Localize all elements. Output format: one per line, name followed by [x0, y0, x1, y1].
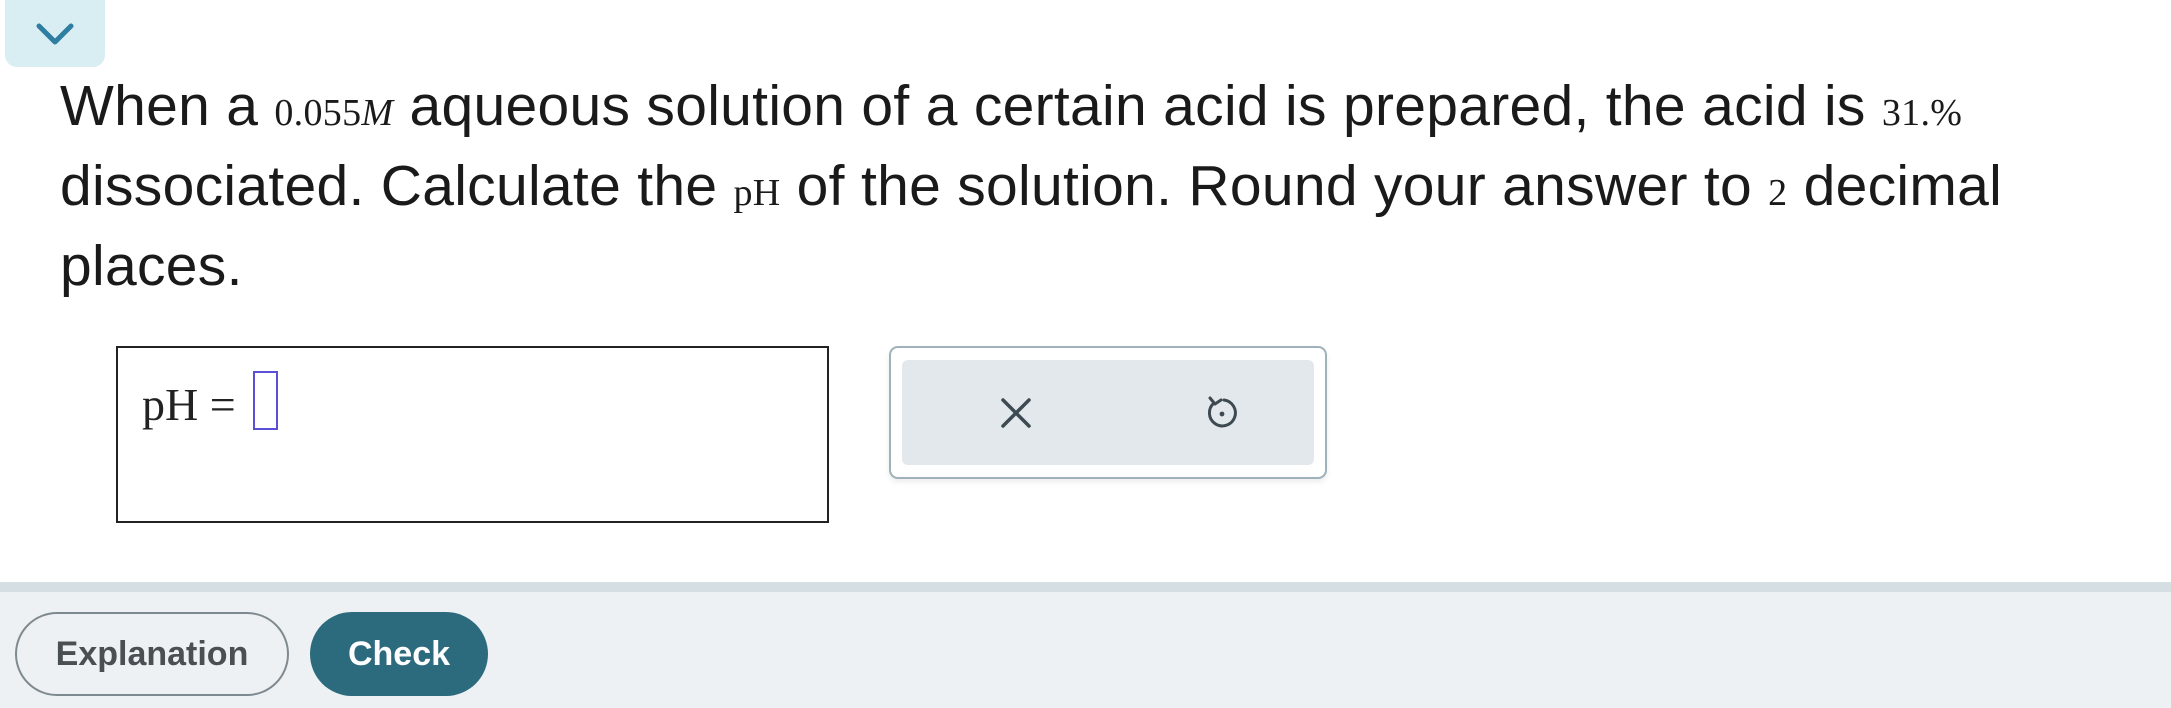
- molarity-unit: M: [361, 92, 394, 134]
- answer-tools-panel: [902, 360, 1314, 465]
- percent-value: 31.%: [1881, 92, 1963, 134]
- question-text-part: of the solution. Round your answer to: [780, 154, 1769, 218]
- question-text-part: When a: [60, 74, 275, 138]
- answer-tools: [889, 346, 1327, 479]
- check-button[interactable]: Check: [310, 612, 488, 696]
- close-icon: [1001, 397, 1031, 428]
- collapse-toggle[interactable]: [5, 0, 105, 67]
- footer-divider: [0, 582, 2171, 592]
- chevron-down-icon: [36, 23, 74, 44]
- question-text-part: dissociated. Calculate the: [60, 154, 734, 218]
- explanation-button[interactable]: Explanation: [15, 612, 289, 696]
- clear-button[interactable]: [986, 360, 1046, 465]
- undo-icon: [1207, 396, 1237, 427]
- reset-button[interactable]: [1192, 360, 1252, 465]
- concentration-value: 0.055M: [274, 92, 394, 134]
- question-text: When a 0.055M aqueous solution of a cert…: [60, 70, 2140, 303]
- decimal-places-value: 2: [1768, 172, 1788, 214]
- ph-term: pH: [733, 172, 781, 214]
- ph-label: pH =: [142, 379, 236, 430]
- question-text-part: aqueous solution of a certain acid is pr…: [393, 74, 1882, 138]
- footer-bar: Explanation Check: [0, 592, 2171, 708]
- ph-answer-input[interactable]: [253, 371, 278, 430]
- answer-box: pH =: [116, 346, 829, 523]
